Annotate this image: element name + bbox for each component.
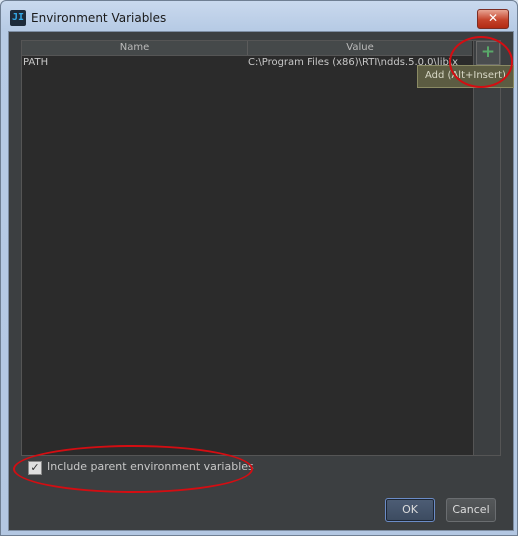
dialog-title: Environment Variables (31, 11, 167, 25)
table-toolbar: + (473, 41, 500, 455)
close-button[interactable]: ✕ (477, 9, 509, 29)
include-parent-checkbox[interactable]: ✓ (28, 461, 42, 475)
plus-icon: + (480, 42, 496, 62)
column-header-value[interactable]: Value (248, 41, 472, 55)
add-tooltip: Add (Alt+Insert) (417, 65, 514, 88)
env-variables-table: Name Value PATH C:\Program Files (x86)\R… (21, 40, 501, 456)
dialog-content: Name Value PATH C:\Program Files (x86)\R… (8, 31, 514, 531)
table-row[interactable]: PATH C:\Program Files (x86)\RTI\ndds.5.0… (22, 56, 472, 70)
checkmark-icon: ✓ (30, 461, 40, 474)
cancel-button[interactable]: Cancel (446, 498, 496, 522)
ok-button[interactable]: OK (385, 498, 435, 522)
column-header-name[interactable]: Name (22, 41, 248, 55)
app-logo-icon: JI (10, 10, 26, 26)
table-header: Name Value (22, 41, 472, 56)
close-icon: ✕ (487, 11, 499, 25)
environment-variables-dialog: JI Environment Variables ✕ Name Value PA… (0, 0, 518, 536)
add-variable-button[interactable]: + (476, 41, 500, 65)
cell-variable-name[interactable]: PATH (23, 56, 243, 70)
include-parent-label[interactable]: Include parent environment variables (47, 460, 254, 473)
title-bar[interactable]: JI Environment Variables ✕ (1, 1, 517, 35)
